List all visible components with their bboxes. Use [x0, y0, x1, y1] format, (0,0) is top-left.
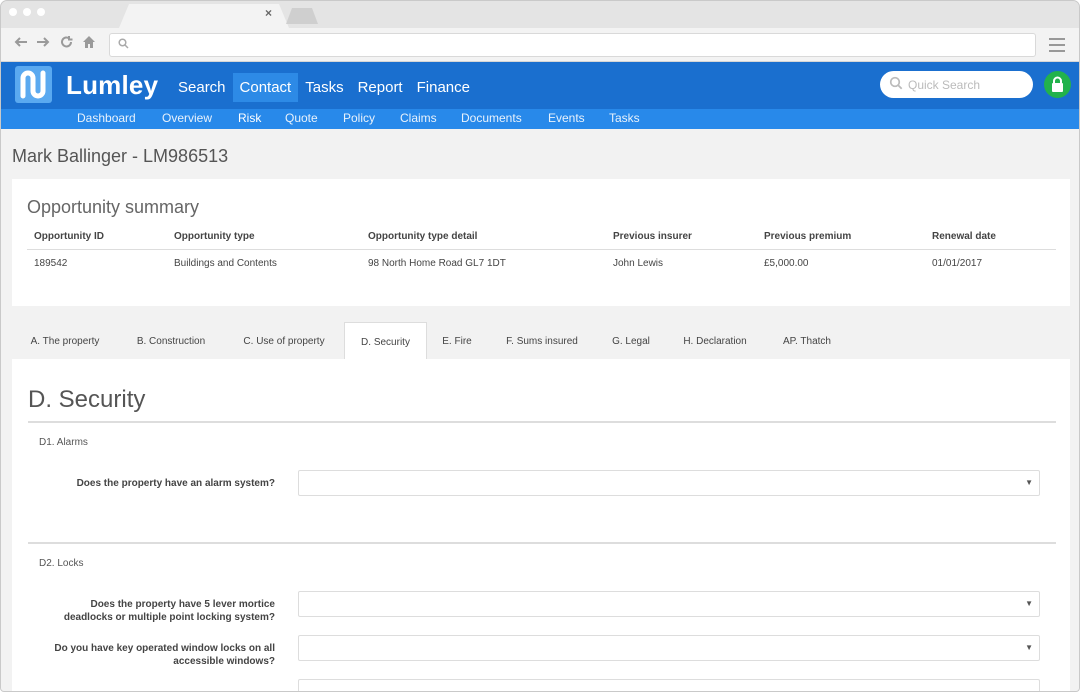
search-icon — [889, 76, 903, 95]
tab-the-property[interactable]: A. The property — [12, 322, 118, 359]
browser-tab[interactable] — [119, 4, 289, 28]
locks-section-label: D2. Locks — [39, 558, 84, 569]
tab-fire[interactable]: E. Fire — [427, 322, 487, 359]
column-header: Opportunity type detail — [361, 225, 606, 250]
alarm-system-question: Does the property have an alarm system? — [76, 478, 275, 489]
table-row: 189542 Buildings and Contents 98 North H… — [27, 249, 1056, 277]
lock-icon[interactable] — [1044, 71, 1071, 98]
chevron-down-icon: ▼ — [1025, 643, 1033, 652]
tab-sums-insured[interactable]: F. Sums insured — [487, 322, 597, 359]
sub-nav-events[interactable]: Events — [548, 111, 585, 125]
alarms-section-label: D1. Alarms — [39, 437, 88, 448]
sub-nav-risk[interactable]: Risk — [238, 111, 261, 125]
sub-nav-dashboard[interactable]: Dashboard — [77, 111, 136, 125]
window-controls — [9, 8, 45, 16]
tab-thatch[interactable]: AP. Thatch — [765, 322, 849, 359]
sub-nav: Dashboard Overview Risk Quote Policy Cla… — [1, 109, 1079, 129]
back-icon[interactable] — [14, 35, 28, 53]
chevron-down-icon: ▼ — [1025, 599, 1033, 608]
main-nav-search[interactable]: Search — [171, 73, 233, 102]
alarm-system-select[interactable]: ▼ — [298, 470, 1040, 496]
tab-security[interactable]: D. Security — [344, 322, 427, 359]
security-heading: D. Security — [28, 386, 146, 413]
divider — [28, 542, 1056, 544]
main-nav-contact[interactable]: Contact — [232, 73, 299, 102]
question-line: deadlocks or multiple point locking syst… — [63, 612, 275, 623]
sub-nav-policy[interactable]: Policy — [343, 111, 375, 125]
mortice-deadlocks-question: Does the property have 5 lever mortice d… — [23, 598, 275, 624]
risk-section-tabs: A. The property B. Construction C. Use o… — [12, 322, 1070, 359]
browser-tab-strip: × — [1, 1, 1079, 28]
sub-nav-documents[interactable]: Documents — [461, 111, 522, 125]
tab-close-icon[interactable]: × — [265, 6, 272, 20]
window-maximize-dot[interactable] — [37, 8, 45, 16]
sub-nav-claims[interactable]: Claims — [400, 111, 437, 125]
main-nav-report[interactable]: Report — [351, 73, 410, 102]
question-line: accessible windows? — [173, 656, 275, 667]
table-cell: 189542 — [34, 257, 68, 269]
divider — [28, 421, 1056, 423]
main-nav-finance[interactable]: Finance — [410, 73, 477, 102]
mortice-deadlocks-select[interactable]: ▼ — [298, 591, 1040, 617]
window-locks-select[interactable]: ▼ — [298, 635, 1040, 661]
column-header: Previous premium — [757, 225, 925, 250]
lumley-logo-icon[interactable] — [15, 66, 52, 103]
column-header: Opportunity type — [167, 225, 361, 250]
tab-legal[interactable]: G. Legal — [597, 322, 665, 359]
table-cell: Buildings and Contents — [174, 257, 277, 269]
main-nav-tasks[interactable]: Tasks — [298, 73, 350, 102]
question-line: Do you have key operated window locks on… — [54, 643, 275, 654]
home-icon[interactable] — [82, 35, 96, 53]
column-header: Previous insurer — [606, 225, 757, 250]
quick-search-input[interactable]: Quick Search — [880, 71, 1033, 98]
app-root: Lumley Search Contact Tasks Report Finan… — [1, 62, 1079, 691]
tab-use-of-property[interactable]: C. Use of property — [224, 322, 344, 359]
table-cell: 01/01/2017 — [932, 257, 983, 269]
search-icon — [118, 38, 129, 52]
tab-construction[interactable]: B. Construction — [118, 322, 224, 359]
brand-name[interactable]: Lumley — [66, 70, 158, 101]
page-title: Mark Ballinger - LM986513 — [12, 146, 229, 166]
main-nav: Search Contact Tasks Report Finance — [171, 73, 477, 102]
new-tab-button[interactable] — [286, 8, 318, 24]
address-bar[interactable] — [109, 33, 1036, 57]
column-header: Opportunity ID — [27, 225, 167, 250]
hamburger-icon[interactable] — [1049, 38, 1065, 56]
table-cell: 98 North Home Road GL7 1DT — [368, 257, 506, 269]
table-cell: £5,000.00 — [764, 257, 809, 269]
sub-nav-overview[interactable]: Overview — [162, 111, 212, 125]
tab-declaration[interactable]: H. Declaration — [665, 322, 765, 359]
quick-search-placeholder: Quick Search — [908, 78, 981, 92]
browser-window: × Lumley Search Contact Tasks Report Fin… — [0, 0, 1080, 692]
table-cell: John Lewis — [613, 257, 664, 269]
chevron-down-icon: ▼ — [1025, 478, 1033, 487]
window-minimize-dot[interactable] — [23, 8, 31, 16]
column-header: Renewal date — [925, 225, 1056, 250]
forward-icon[interactable] — [36, 35, 50, 53]
opportunity-summary-heading: Opportunity summary — [27, 197, 200, 217]
question-line: Does the property have 5 lever mortice — [90, 599, 275, 610]
browser-toolbar — [1, 28, 1079, 62]
opportunity-summary-table: Opportunity ID Opportunity type Opportun… — [27, 225, 1056, 277]
sub-nav-quote[interactable]: Quote — [285, 111, 318, 125]
window-close-dot[interactable] — [9, 8, 17, 16]
opportunity-summary-card: Opportunity summary Opportunity ID Oppor… — [12, 179, 1070, 306]
security-panel: D. Security D1. Alarms Does the property… — [12, 359, 1070, 691]
next-question-select[interactable] — [298, 679, 1040, 691]
reload-icon[interactable] — [60, 35, 73, 53]
sub-nav-tasks[interactable]: Tasks — [609, 111, 640, 125]
window-locks-question: Do you have key operated window locks on… — [23, 642, 275, 668]
app-header: Lumley Search Contact Tasks Report Finan… — [1, 62, 1079, 109]
